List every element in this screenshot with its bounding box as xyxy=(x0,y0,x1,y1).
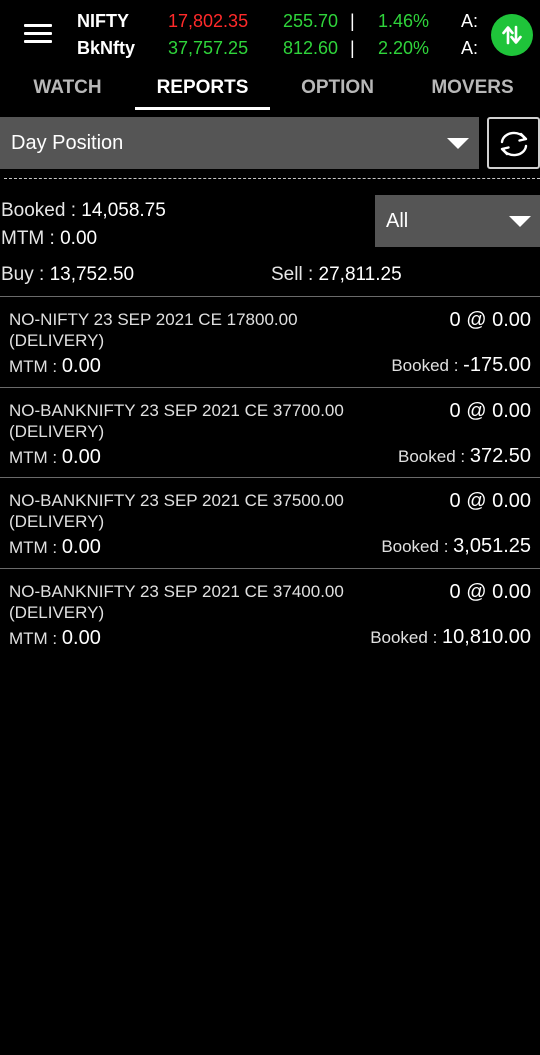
mtm-label: MTM : xyxy=(9,538,62,557)
booked-label: Booked : xyxy=(391,356,464,375)
ticker-a-label: A: xyxy=(461,38,479,58)
tab-movers[interactable]: MOVERS xyxy=(405,68,540,112)
booked-label: Booked : xyxy=(1,200,82,221)
mtm-value: 0.00 xyxy=(60,228,98,249)
position-mtm: MTM : 0.00 xyxy=(9,355,101,378)
ticker-header: NIFTY 17,802.35 255.70 | 1.46% A: BkNfty… xyxy=(0,0,540,68)
booked-value: 3,051.25 xyxy=(453,535,531,557)
position-symbol: NO-NIFTY 23 SEP 2021 CE 17800.00 (DELIVE… xyxy=(9,310,298,350)
position-symbol: NO-BANKNIFTY 23 SEP 2021 CE 37700.00 (DE… xyxy=(9,400,344,441)
mtm-label: MTM : xyxy=(9,447,62,467)
mtm-label: MTM : xyxy=(1,228,61,249)
buy-label: Buy : xyxy=(1,264,50,285)
mtm-value: 0.00 xyxy=(61,355,101,377)
position-mtm: MTM : 0.00 xyxy=(9,446,101,469)
ticker-separator: | xyxy=(350,38,355,58)
ticker-percent: 1.46% xyxy=(378,11,430,31)
caret-down-icon xyxy=(447,138,469,149)
main-tabs: WATCH REPORTS OPTION MOVERS xyxy=(0,68,540,112)
summary-booked: Booked : 14,058.75 xyxy=(1,200,166,222)
positions-list: NO-NIFTY 23 SEP 2021 CE 17800.00 (DELIVE… xyxy=(0,296,540,658)
ticker-percent: 2.20% xyxy=(378,38,430,58)
position-type-dropdown[interactable]: Day Position xyxy=(0,117,479,169)
position-booked: Booked : -175.00 xyxy=(391,354,531,377)
booked-label: Booked : xyxy=(381,537,454,556)
position-qty: 0 @ 0.00 xyxy=(449,399,531,422)
mtm-value: 0.00 xyxy=(61,626,101,649)
mtm-value: 0.00 xyxy=(61,445,101,468)
caret-down-icon xyxy=(509,216,531,227)
list-item[interactable]: NO-NIFTY 23 SEP 2021 CE 17800.00 (DELIVE… xyxy=(0,296,540,387)
position-booked: Booked : 3,051.25 xyxy=(381,535,531,558)
booked-value: 14,058.75 xyxy=(81,200,166,221)
booked-value: -175.00 xyxy=(463,354,531,376)
sell-value: 27,811.25 xyxy=(318,264,402,285)
position-qty: 0 @ 0.00 xyxy=(449,490,531,512)
position-booked: Booked : 372.50 xyxy=(398,445,531,468)
position-qty: 0 @ 0.00 xyxy=(449,580,531,603)
position-symbol: NO-BANKNIFTY 23 SEP 2021 CE 37500.00 (DE… xyxy=(9,491,344,531)
sell-label: Sell : xyxy=(271,264,319,285)
position-mtm: MTM : 0.00 xyxy=(9,536,101,559)
list-item[interactable]: NO-BANKNIFTY 23 SEP 2021 CE 37400.00 (DE… xyxy=(0,567,540,659)
ticker-row-banknifty[interactable]: BkNfty 37,757.25 812.60 | 2.20% A: xyxy=(0,36,540,62)
tab-option[interactable]: OPTION xyxy=(270,68,405,112)
position-symbol: NO-BANKNIFTY 23 SEP 2021 CE 37400.00 (DE… xyxy=(9,581,344,622)
ticker-change: 812.60 xyxy=(283,38,339,58)
up-down-arrows-icon[interactable] xyxy=(491,14,533,56)
summary-mtm: MTM : 0.00 xyxy=(1,228,97,250)
ticker-row-nifty[interactable]: NIFTY 17,802.35 255.70 | 1.46% A: xyxy=(0,9,540,35)
ticker-price: 17,802.35 xyxy=(168,11,249,31)
position-qty: 0 @ 0.00 xyxy=(449,309,531,331)
ticker-change: 255.70 xyxy=(283,11,339,31)
refresh-icon xyxy=(500,131,528,157)
buy-value: 13,752.50 xyxy=(49,264,135,285)
ticker-name: BkNfty xyxy=(77,38,136,58)
mtm-label: MTM : xyxy=(9,628,62,648)
summary-buy: Buy : 13,752.50 xyxy=(1,264,134,286)
ticker-price: 37,757.25 xyxy=(168,38,249,58)
ticker-name: NIFTY xyxy=(77,11,129,31)
ticker-separator: | xyxy=(350,11,355,31)
refresh-button[interactable] xyxy=(487,117,540,169)
position-booked: Booked : 10,810.00 xyxy=(370,626,531,649)
ticker-a-label: A: xyxy=(461,11,479,31)
filter-selected: All xyxy=(386,210,409,232)
tab-watch[interactable]: WATCH xyxy=(0,68,135,112)
booked-value: 372.50 xyxy=(469,444,531,467)
tab-reports[interactable]: REPORTS xyxy=(135,68,270,112)
position-type-selected: Day Position xyxy=(11,132,124,154)
filter-dropdown[interactable]: All xyxy=(375,195,540,247)
summary-sell: Sell : 27,811.25 xyxy=(271,264,402,286)
mtm-value: 0.00 xyxy=(61,536,101,558)
mtm-label: MTM : xyxy=(9,357,62,376)
booked-label: Booked : xyxy=(398,446,470,466)
position-mtm: MTM : 0.00 xyxy=(9,627,101,650)
list-item[interactable]: NO-BANKNIFTY 23 SEP 2021 CE 37700.00 (DE… xyxy=(0,386,540,478)
booked-value: 10,810.00 xyxy=(442,625,531,648)
list-item[interactable]: NO-BANKNIFTY 23 SEP 2021 CE 37500.00 (DE… xyxy=(0,477,540,568)
booked-label: Booked : xyxy=(370,627,443,647)
dashed-divider xyxy=(4,178,540,179)
